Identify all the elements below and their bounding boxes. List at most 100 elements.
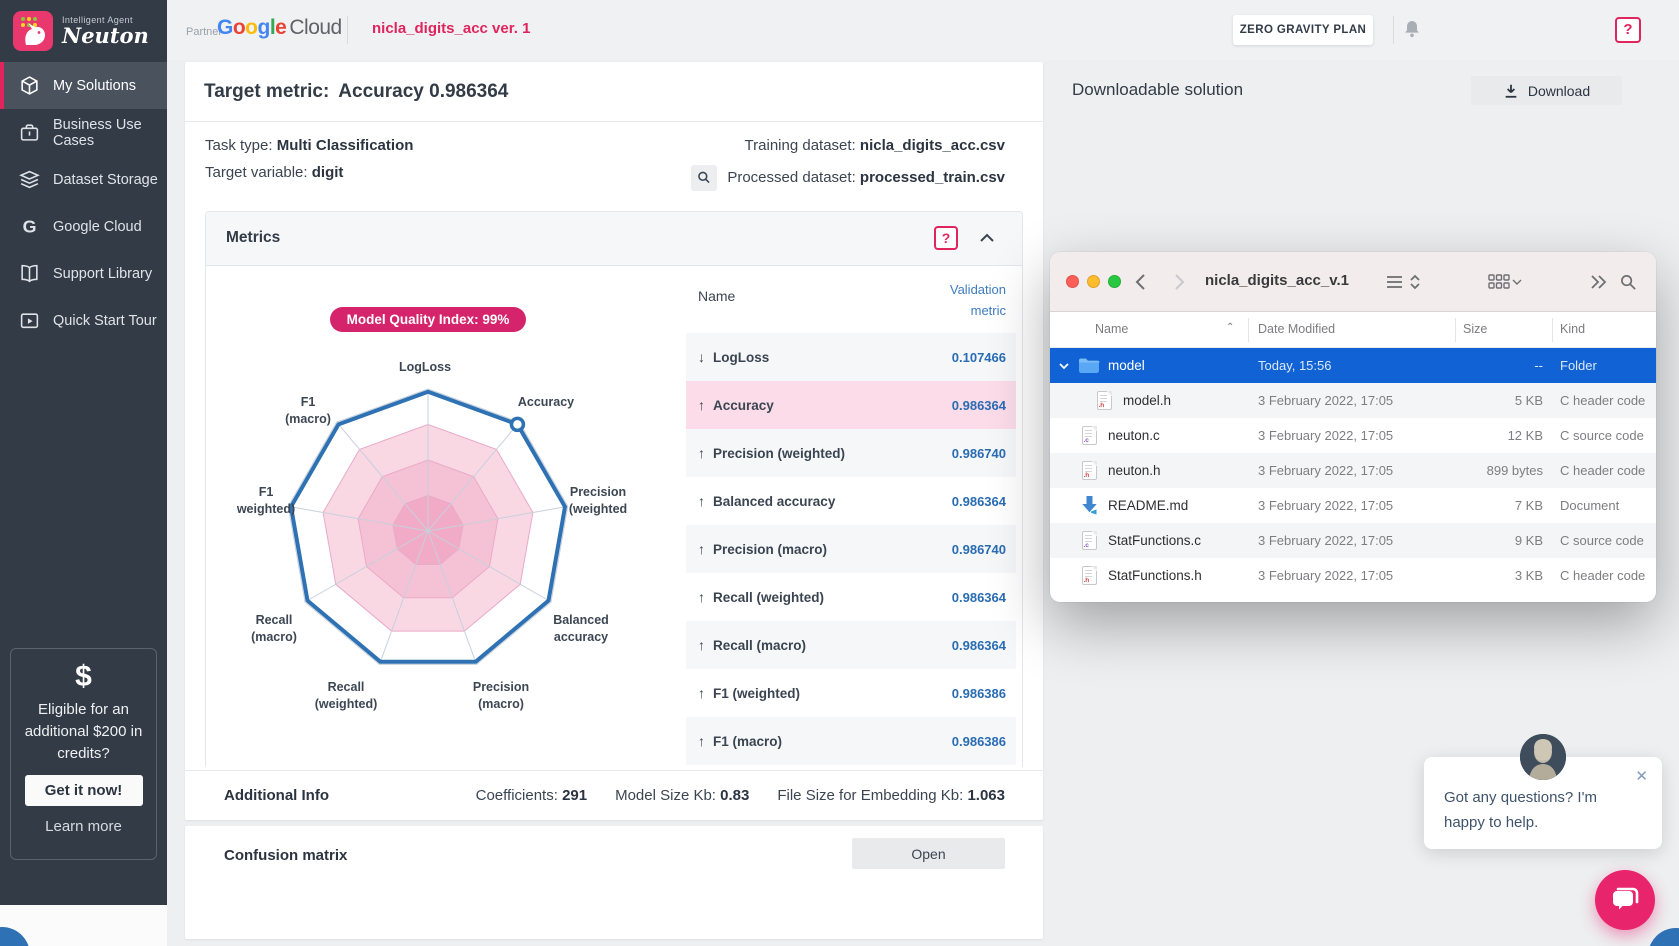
metric-value: 0.107466	[952, 350, 1006, 365]
radar-axis-label: Recall(weighted)	[315, 680, 378, 711]
sidebar-item-my-solutions[interactable]: My Solutions	[0, 62, 167, 109]
get-it-now-button[interactable]: Get it now!	[25, 775, 143, 806]
finder-column-header: Name ⌃ Date Modified Size Kind	[1050, 312, 1656, 348]
back-chevron-icon[interactable]	[1132, 272, 1152, 292]
window-minimize-button[interactable]	[1087, 275, 1100, 288]
file-kind: C header code	[1552, 568, 1656, 583]
metric-name: ↑ Precision (macro)	[698, 541, 827, 557]
finder-row[interactable]: .h StatFunctions.h 3 February 2022, 17:053…	[1050, 558, 1656, 593]
search-icon[interactable]	[1620, 274, 1637, 296]
close-icon[interactable]: ✕	[1635, 767, 1648, 785]
sidebar-item-dataset-storage[interactable]: Dataset Storage	[0, 156, 167, 203]
metric-row: ↓LogLoss0.107466	[686, 333, 1016, 381]
finder-row[interactable]: .hmodel.h3 February 2022, 17:055 KBC hea…	[1050, 383, 1656, 418]
file-name-cell: .hneuton.h	[1050, 461, 1248, 480]
more-toolbar-icon[interactable]	[1590, 274, 1608, 295]
metric-value: 0.986364	[952, 638, 1006, 653]
finder-row[interactable]: .hneuton.h3 February 2022, 17:05899 byte…	[1050, 453, 1656, 488]
radar-svg: LogLossAccuracyPrecision(weightedBalance…	[206, 335, 656, 755]
file-icon: .h	[1093, 391, 1115, 410]
grid-view-icon[interactable]	[1488, 274, 1522, 295]
header-divider	[347, 16, 348, 44]
file-extension-label: .c	[1084, 437, 1089, 444]
google-letter: o	[245, 16, 257, 39]
metric-name-text: Balanced accuracy	[713, 494, 835, 509]
sidebar-item-google-cloud[interactable]: GGoogle Cloud	[0, 203, 167, 250]
download-button-label: Download	[1528, 83, 1590, 99]
library-icon	[19, 263, 40, 284]
target-metric-label: Target metric:	[204, 81, 329, 102]
column-name[interactable]: Name	[1095, 322, 1128, 336]
file-icon: .h	[1078, 566, 1100, 585]
additional-info-stats: Coefficients: 291Model Size Kb: 0.83File…	[476, 787, 1005, 804]
file-name: StatFunctions.h	[1108, 568, 1202, 583]
top-header: Partner GoogleCloud nicla_digits_acc ver…	[167, 0, 1679, 60]
file-kind: C header code	[1552, 463, 1656, 478]
forward-chevron-icon[interactable]	[1168, 272, 1188, 292]
credits-promo: $ Eligible for an additional $200 in cre…	[10, 648, 157, 860]
metric-name: ↑Recall (macro)	[698, 637, 806, 653]
sort-ascending-icon: ⌃	[1226, 322, 1234, 333]
download-icon	[1503, 83, 1519, 99]
arrow-up-icon: ↑	[698, 541, 705, 557]
window-close-button[interactable]	[1066, 275, 1079, 288]
finder-row[interactable]: README.md3 February 2022, 17:057 KBDocum…	[1050, 488, 1656, 523]
finder-window-title: nicla_digits_acc_v.1	[1205, 272, 1349, 289]
file-date: 3 February 2022, 17:05	[1248, 568, 1455, 583]
metric-value: 0.986386	[952, 686, 1006, 701]
radar-axis-label: Balancedaccuracy	[553, 613, 609, 644]
file-kind: C source code	[1552, 533, 1656, 548]
target-variable-value: digit	[312, 164, 344, 181]
file-icon: .h	[1078, 461, 1100, 480]
window-zoom-button[interactable]	[1108, 275, 1121, 288]
finder-row[interactable]: .cStatFunctions.c3 February 2022, 17:059…	[1050, 523, 1656, 558]
solutions-icon	[19, 75, 40, 96]
dataset-search-button[interactable]	[691, 165, 717, 191]
sidebar-item-business-use-cases[interactable]: Business Use Cases	[0, 109, 167, 156]
learn-more-link[interactable]: Learn more	[11, 818, 156, 835]
column-date-modified[interactable]: Date Modified	[1258, 322, 1335, 336]
metric-name-text: Accuracy	[713, 398, 774, 413]
file-name-cell: .h StatFunctions.h	[1050, 566, 1248, 585]
disclosure-chevron-icon[interactable]	[1058, 360, 1074, 372]
file-size: 3 KB	[1455, 568, 1552, 583]
google-letter: g	[258, 16, 270, 39]
finder-row[interactable]: .cneuton.c3 February 2022, 17:0512 KBC s…	[1050, 418, 1656, 453]
file-date: 3 February 2022, 17:05	[1248, 463, 1455, 478]
download-button[interactable]: Download	[1471, 76, 1622, 105]
metrics-table: Name Validation metric ↓LogLoss0.107466↑…	[686, 266, 1016, 769]
arrow-up-icon: ↑	[698, 637, 705, 653]
file-size: 12 KB	[1455, 428, 1552, 443]
collapse-chevron-icon[interactable]	[978, 231, 996, 245]
download-file-icon	[1078, 495, 1100, 516]
metrics-help-button[interactable]: ?	[934, 226, 958, 250]
file-size: 899 bytes	[1455, 463, 1552, 478]
sidebar-item-support-library[interactable]: Support Library	[0, 250, 167, 297]
chat-launcher-button[interactable]	[1595, 870, 1655, 930]
metric-name-text: F1 (macro)	[713, 734, 782, 749]
cases-icon	[19, 122, 40, 143]
metric-name-text: Precision (weighted)	[713, 446, 845, 461]
metric-row: ↑Precision (weighted)0.986740	[686, 429, 1016, 477]
file-size: 7 KB	[1455, 498, 1552, 513]
google-letter: o	[233, 16, 245, 39]
column-kind[interactable]: Kind	[1560, 322, 1585, 336]
list-view-icon[interactable]	[1386, 274, 1422, 295]
confusion-open-button[interactable]: Open	[852, 838, 1005, 869]
file-kind: C header code	[1552, 393, 1656, 408]
metric-name: ↑ Accuracy	[698, 397, 774, 413]
notifications-bell-icon[interactable]	[1400, 18, 1424, 42]
app-logo[interactable]: Intelligent Agent Neuton	[0, 0, 167, 62]
metric-row: ↑Balanced accuracy0.986364	[686, 477, 1016, 525]
arrow-up-icon: ↑	[698, 589, 705, 605]
metric-name-text: LogLoss	[713, 350, 769, 365]
help-button[interactable]: ?	[1615, 17, 1641, 43]
column-size[interactable]: Size	[1463, 322, 1487, 336]
finder-row[interactable]: modelToday, 15:56--Folder	[1050, 348, 1656, 383]
neuton-bird-icon	[13, 11, 53, 51]
file-name-cell: .cStatFunctions.c	[1050, 531, 1248, 550]
sidebar-item-quick-start-tour[interactable]: Quick Start Tour	[0, 297, 167, 344]
arrow-up-icon: ↑	[698, 397, 705, 413]
plan-button[interactable]: ZERO GRAVITY PLAN	[1233, 15, 1373, 45]
metric-name-text: Precision (macro)	[713, 542, 827, 557]
